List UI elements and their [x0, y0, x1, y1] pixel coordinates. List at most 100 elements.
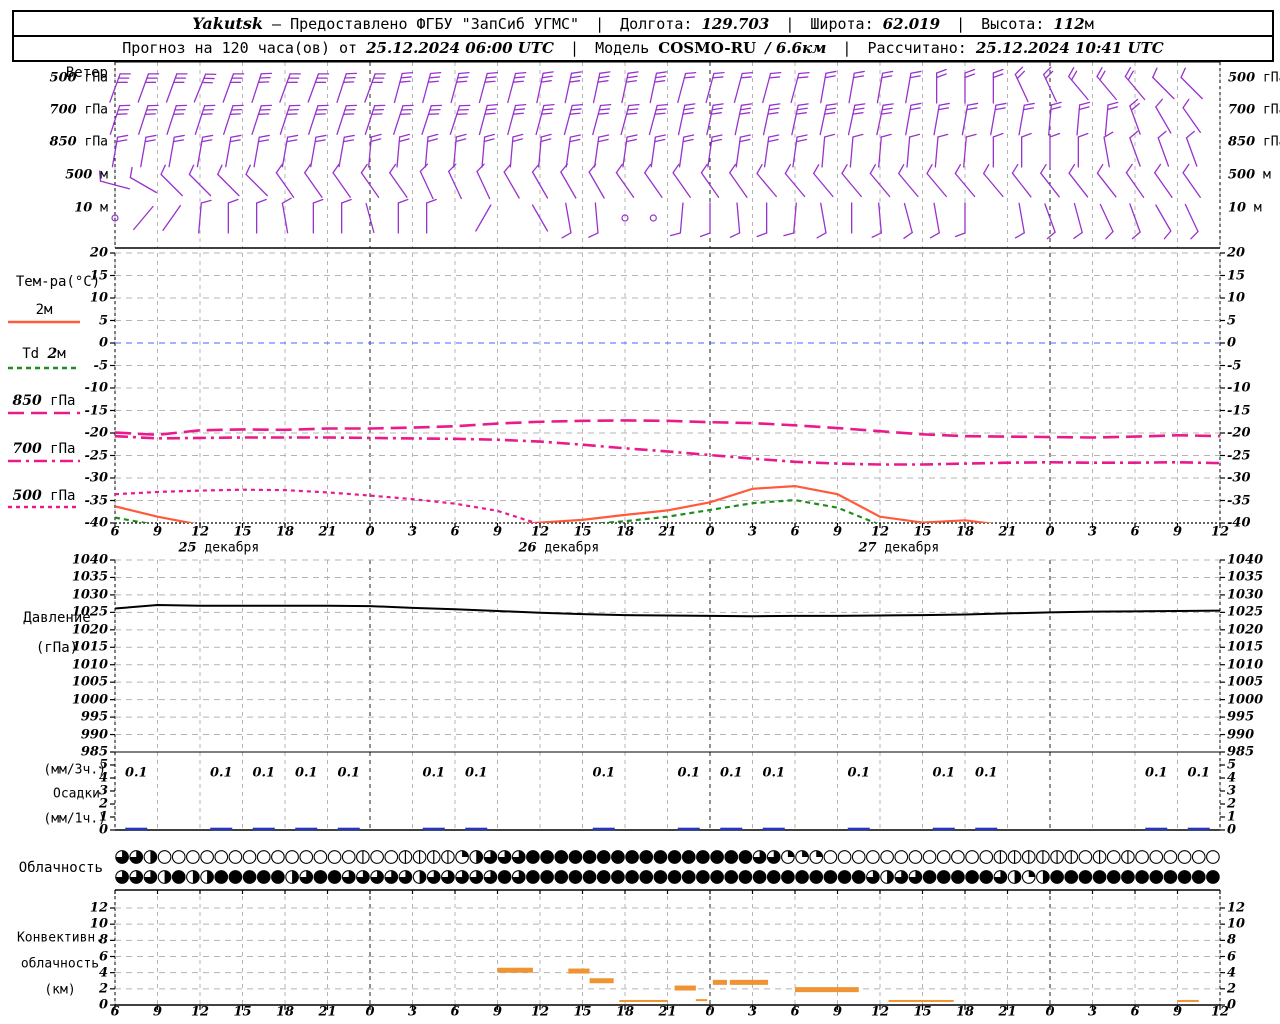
convective-ytick-right: 8 — [1227, 932, 1237, 948]
temp-ytick-right: 0 — [1227, 335, 1237, 351]
legend-t2m: 2м — [35, 302, 53, 318]
precip-value-label: 0.1 — [337, 765, 361, 781]
pressure-ytick-right: 1030 — [1227, 587, 1264, 603]
model-resolution: / 6.6км — [765, 39, 827, 57]
calc-label: Рассчитано: — [867, 39, 967, 57]
header-box: Yakutsk — Предоставлено ФГБУ "ЗапСиб УГМ… — [12, 10, 1274, 62]
hour-tick-label-bottom: 21 — [318, 1004, 337, 1020]
hour-tick-label-bottom: 18 — [275, 1004, 295, 1020]
hour-tick-label: 0 — [365, 524, 375, 540]
precip-value-label: 0.1 — [592, 765, 616, 781]
latitude-label: Широта: — [810, 15, 874, 33]
provider-text: — Предоставлено ФГБУ "ЗапСиб УГМС" — [272, 15, 580, 33]
precip-label-2: Осадки — [53, 786, 100, 802]
temp-ytick-right: 20 — [1227, 245, 1246, 261]
hour-tick-label-bottom: 9 — [832, 1004, 843, 1020]
hour-tick-label-bottom: 9 — [152, 1004, 163, 1020]
hour-tick-label-bottom: 12 — [190, 1004, 210, 1020]
pressure-ytick-left: 1030 — [71, 587, 108, 603]
temp-ytick-left: -40 — [84, 515, 109, 531]
convective-ytick-left: 0 — [98, 997, 108, 1013]
convective-ytick-left: 12 — [89, 900, 108, 916]
hour-tick-label: 15 — [233, 524, 252, 540]
hour-tick-label: 18 — [275, 524, 295, 540]
temp-ytick-left: -35 — [84, 493, 109, 508]
hour-tick-label: 12 — [870, 524, 890, 540]
header-line-2: Прогноз на 120 часа(ов) от 25.12.2024 06… — [122, 39, 1164, 57]
temp-ytick-right: -10 — [1227, 380, 1251, 396]
pressure-ytick-left: 1010 — [71, 657, 108, 673]
precip-value-label: 0.1 — [252, 765, 276, 781]
temp-ytick-left: -15 — [84, 403, 109, 418]
wind-level-label-left: 500 м — [65, 167, 108, 183]
hour-tick-label: 9 — [492, 524, 503, 540]
hour-tick-label: 18 — [955, 524, 975, 540]
temp-ytick-left: 20 — [89, 245, 108, 261]
altitude-unit: м — [1084, 15, 1094, 33]
hour-tick-label: 21 — [658, 524, 677, 540]
meteogram-chart — [8, 61, 1225, 1010]
hour-tick-label: 0 — [705, 524, 715, 540]
latitude-value: 62.019 — [882, 15, 941, 33]
precip-value-label: 0.1 — [974, 765, 998, 781]
temp-ytick-left: 10 — [89, 290, 108, 306]
precip-value-label: 0.1 — [847, 765, 871, 781]
hour-tick-label-bottom: 12 — [870, 1004, 890, 1020]
pressure-ytick-left: 1020 — [71, 622, 108, 638]
convective-ytick-right: 2 — [1227, 981, 1237, 997]
hour-tick-label-bottom: 9 — [1172, 1004, 1183, 1020]
temp-ytick-left: 15 — [89, 268, 108, 283]
pressure-ytick-right: 1040 — [1227, 552, 1264, 568]
pressure-ytick-left: 1040 — [71, 552, 108, 568]
precip-value-label: 0.1 — [719, 765, 743, 781]
hour-tick-label: 15 — [913, 524, 932, 540]
hour-tick-label-bottom: 21 — [998, 1004, 1017, 1020]
precip-value-label: 0.1 — [762, 765, 786, 781]
wind-level-label-left: 700 гПа — [49, 102, 108, 118]
hour-tick-label: 3 — [747, 524, 758, 540]
precip-ytick-right: 0 — [1227, 822, 1237, 838]
temp-ytick-right: -15 — [1227, 403, 1251, 418]
temp-ytick-right: -40 — [1227, 515, 1251, 531]
pressure-ytick-right: 1035 — [1227, 569, 1264, 585]
forecast-label: Прогноз на 120 часа(ов) от — [122, 39, 358, 57]
wind-level-label-right: 500 м — [1228, 167, 1271, 183]
hour-tick-label-bottom: 15 — [233, 1004, 252, 1020]
hour-tick-label-bottom: 12 — [1210, 1004, 1230, 1020]
hour-tick-label-bottom: 3 — [1087, 1004, 1098, 1020]
cloud-panel-title: Облачность — [18, 860, 103, 876]
pressure-ytick-right: 1010 — [1227, 657, 1264, 673]
convective-ytick-right: 4 — [1227, 965, 1237, 981]
temp-ytick-right: -5 — [1227, 358, 1242, 373]
hour-tick-label-bottom: 6 — [790, 1004, 800, 1020]
convective-ytick-left: 4 — [98, 965, 108, 981]
date-label: 26 декабря — [518, 540, 600, 556]
convective-ytick-right: 12 — [1227, 900, 1246, 916]
wind-level-label-left: 500 гПа — [49, 70, 108, 86]
temp-ytick-right: 10 — [1227, 290, 1246, 306]
precip-label-1: (мм/3ч.) — [43, 762, 106, 778]
pressure-ytick-right: 1005 — [1227, 674, 1264, 690]
precip-value-label: 0.1 — [294, 765, 318, 781]
pressure-ytick-right: 995 — [1227, 709, 1255, 725]
convective-ytick-left: 8 — [98, 932, 108, 948]
convective-ytick-left: 6 — [98, 949, 108, 964]
pressure-ytick-left: 1015 — [71, 639, 108, 655]
hour-tick-label-bottom: 0 — [705, 1004, 715, 1020]
convective-ytick-left: 10 — [89, 916, 108, 932]
hour-tick-label: 21 — [318, 524, 337, 540]
temp-ytick-left: 5 — [98, 313, 108, 328]
hour-tick-label: 12 — [1210, 524, 1230, 540]
precip-value-label: 0.1 — [124, 765, 148, 781]
longitude-value: 129.703 — [701, 15, 770, 33]
station-name: Yakutsk — [192, 14, 263, 33]
legend-t500: 500 гПа — [12, 488, 76, 504]
hour-tick-label-bottom: 3 — [407, 1004, 418, 1020]
temp-ytick-left: -5 — [93, 358, 108, 373]
hour-tick-label: 6 — [1130, 524, 1140, 540]
temp-ytick-left: 0 — [98, 335, 108, 351]
temp-panel-title: Тем-ра(°C) — [15, 274, 101, 290]
hour-tick-label: 12 — [530, 524, 550, 540]
temp-ytick-right: -25 — [1227, 448, 1251, 463]
hour-tick-label-bottom: 6 — [1130, 1004, 1140, 1020]
